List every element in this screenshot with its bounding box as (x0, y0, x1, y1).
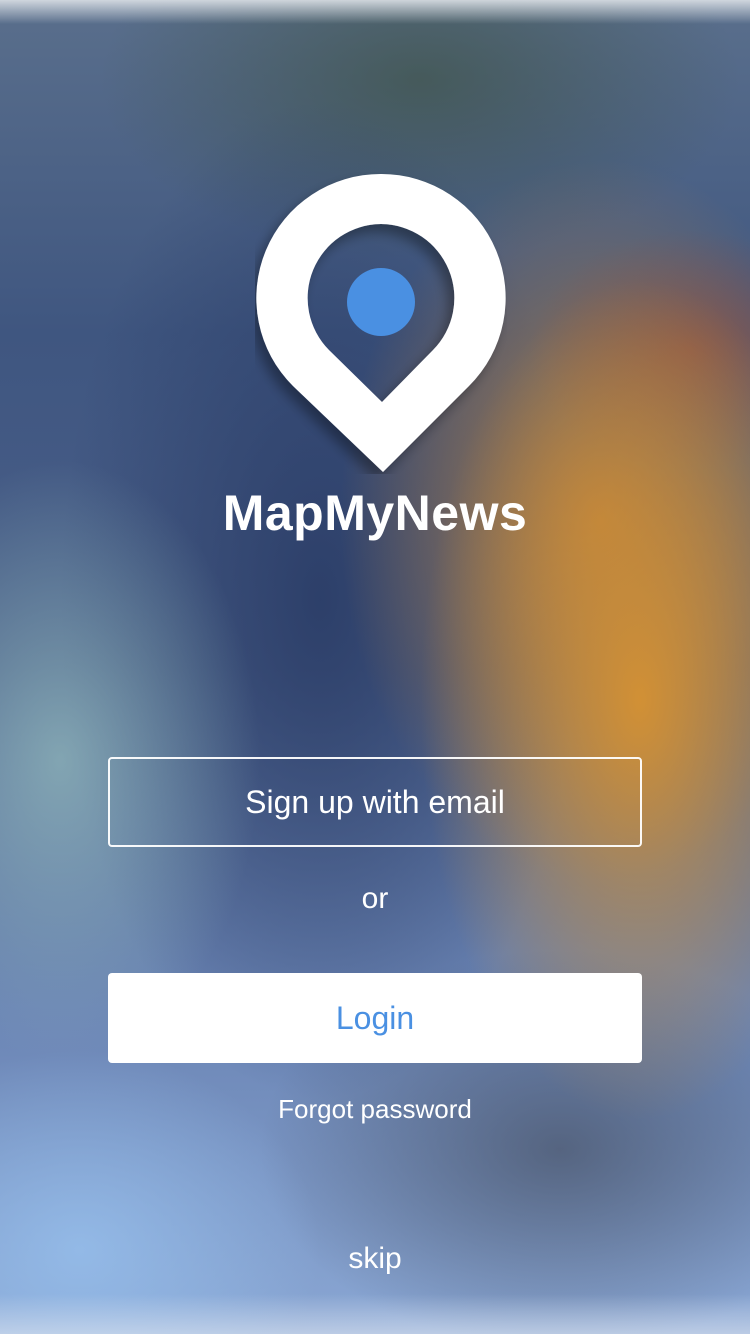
background-top-highlight (0, 0, 750, 24)
map-pin-icon (256, 173, 506, 472)
background-bottom-highlight (0, 1294, 750, 1334)
app-title: MapMyNews (222, 485, 528, 541)
login-button-label: Login (335, 999, 415, 1036)
signup-with-email-button[interactable]: Sign up with email (108, 757, 642, 847)
or-separator: or (361, 882, 389, 915)
skip-link[interactable]: skip (0, 1238, 750, 1280)
signup-button-label: Sign up with email (245, 783, 505, 820)
forgot-password-link[interactable]: Forgot password (0, 1089, 750, 1129)
pin-center-dot (347, 268, 415, 336)
login-button[interactable]: Login (108, 973, 642, 1063)
